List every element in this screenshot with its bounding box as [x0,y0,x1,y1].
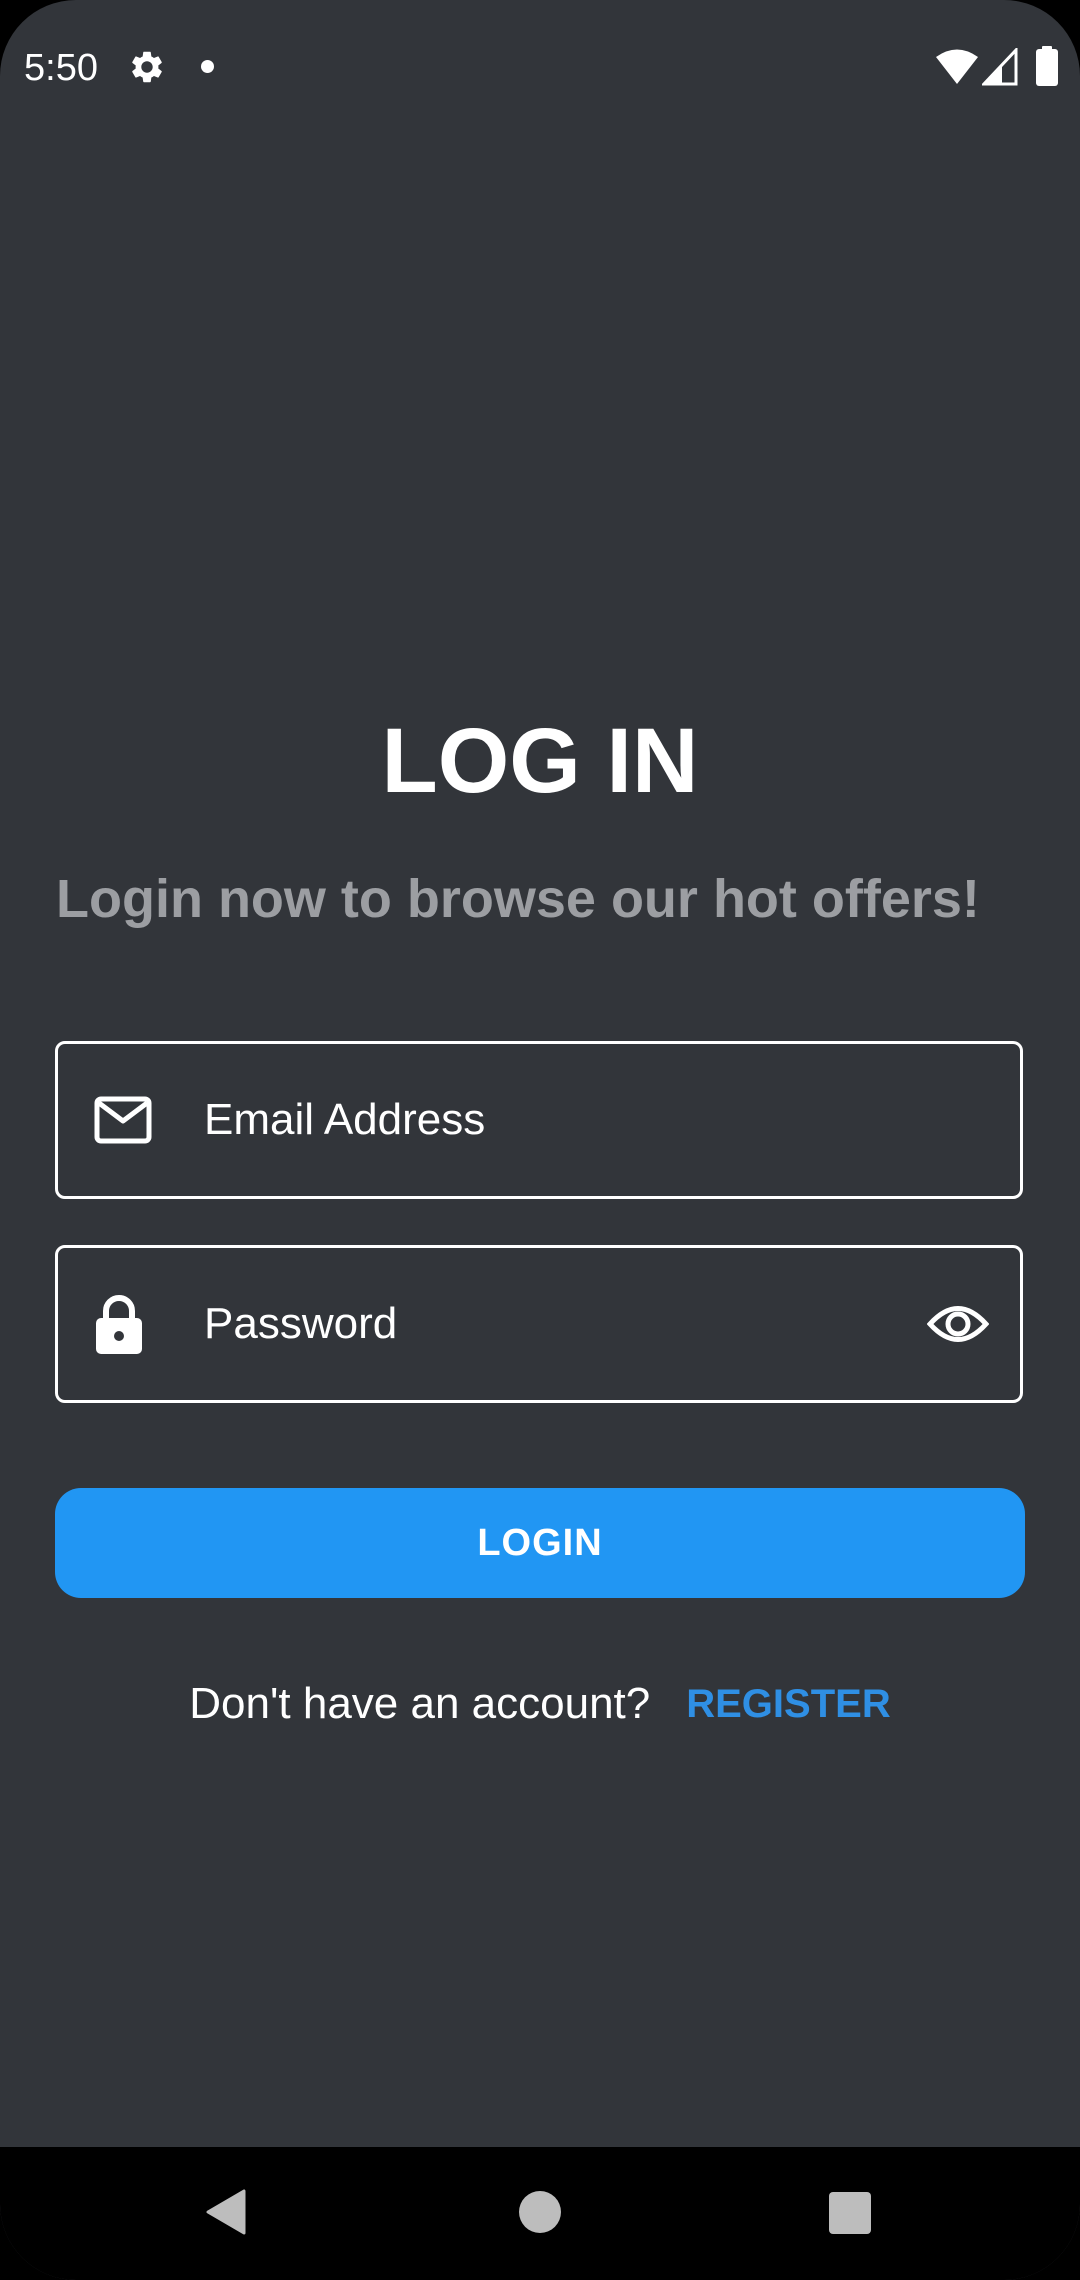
navigation-bar [0,2147,1080,2280]
login-screen: 5:50 LOG IN Login now to browse our hot … [0,0,1080,2280]
notification-dot-icon [201,60,214,73]
password-input[interactable] [204,1248,904,1400]
status-time: 5:50 [24,47,98,89]
toggle-password-visibility-button[interactable] [926,1292,990,1356]
cell-signal-icon [982,48,1018,86]
mail-icon [94,1096,152,1144]
register-row: Don't have an account? REGISTER [0,1674,1080,1734]
battery-icon [1036,46,1058,86]
back-icon[interactable] [206,2189,246,2235]
email-input[interactable] [204,1044,904,1196]
page-subtitle: Login now to browse our hot offers! [56,869,980,929]
wifi-icon [936,49,978,84]
login-button[interactable]: LOGIN [55,1488,1025,1598]
lock-icon [96,1295,142,1354]
password-field[interactable] [55,1245,1023,1403]
eye-icon [927,1306,989,1342]
home-icon[interactable] [519,2191,561,2233]
gear-icon [132,51,162,83]
recents-icon[interactable] [829,2192,871,2234]
email-field[interactable] [55,1041,1023,1199]
register-link[interactable]: REGISTER [686,1682,890,1727]
page-title: LOG IN [381,710,699,812]
status-bar: 5:50 [0,0,1080,130]
register-prompt: Don't have an account? [189,1679,651,1728]
